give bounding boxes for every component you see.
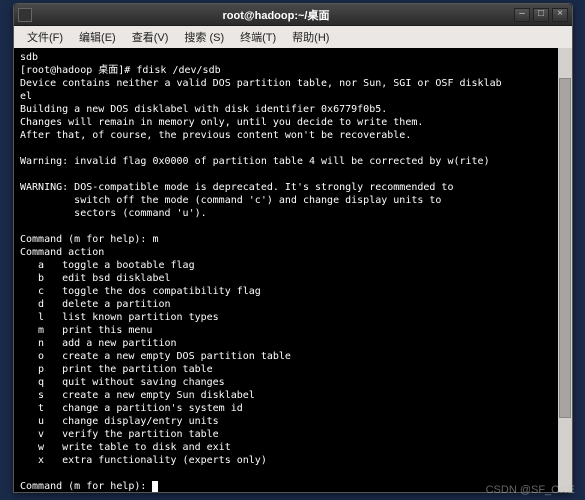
terminal-line: c toggle the dos compatibility flag — [20, 286, 261, 297]
menu-help[interactable]: 帮助(H) — [285, 27, 336, 47]
menu-file[interactable]: 文件(F) — [20, 27, 70, 47]
terminal-line: t change a partition's system id — [20, 403, 243, 414]
menu-edit[interactable]: 编辑(E) — [72, 27, 123, 47]
terminal-line: sdb — [20, 52, 38, 63]
menu-view[interactable]: 查看(V) — [125, 27, 176, 47]
scrollbar[interactable] — [558, 48, 572, 492]
watermark: CSDN @SF_ONE — [486, 484, 575, 496]
scrollbar-thumb[interactable] — [559, 78, 571, 418]
terminal-line: Changes will remain in memory only, unti… — [20, 117, 423, 128]
terminal-line: s create a new empty Sun disklabel — [20, 390, 255, 401]
terminal-line: a toggle a bootable flag — [20, 260, 195, 271]
terminal-line: Device contains neither a valid DOS part… — [20, 78, 502, 89]
titlebar[interactable]: root@hadoop:~/桌面 – □ × — [14, 4, 572, 26]
terminal-line: switch off the mode (command 'c') and ch… — [20, 195, 441, 206]
terminal-line: q quit without saving changes — [20, 377, 225, 388]
menu-terminal[interactable]: 终端(T) — [233, 27, 283, 47]
terminal-line: l list known partition types — [20, 312, 219, 323]
minimize-button[interactable]: – — [514, 8, 530, 22]
terminal-line: [root@hadoop 桌面]# fdisk /dev/sdb — [20, 65, 221, 76]
terminal-line: w write table to disk and exit — [20, 442, 231, 453]
terminal-line: el — [20, 91, 32, 102]
terminal-prompt: Command (m for help): — [20, 481, 152, 492]
menubar: 文件(F) 编辑(E) 查看(V) 搜索 (S) 终端(T) 帮助(H) — [14, 26, 572, 48]
terminal-line: Warning: invalid flag 0x0000 of partitio… — [20, 156, 490, 167]
terminal-content[interactable]: sdb [root@hadoop 桌面]# fdisk /dev/sdb Dev… — [14, 48, 572, 492]
close-button[interactable]: × — [552, 8, 568, 22]
terminal-line: d delete a partition — [20, 299, 171, 310]
terminal-line: v verify the partition table — [20, 429, 219, 440]
terminal-line: b edit bsd disklabel — [20, 273, 171, 284]
terminal-line: Building a new DOS disklabel with disk i… — [20, 104, 387, 115]
window-title: root@hadoop:~/桌面 — [38, 7, 514, 23]
terminal-line: p print the partition table — [20, 364, 213, 375]
terminal-line: u change display/entry units — [20, 416, 219, 427]
maximize-button[interactable]: □ — [533, 8, 549, 22]
terminal-line: Command action — [20, 247, 104, 258]
terminal-line: m print this menu — [20, 325, 152, 336]
terminal-line: WARNING: DOS-compatible mode is deprecat… — [20, 182, 453, 193]
cursor-icon — [152, 481, 158, 492]
terminal-line: o create a new empty DOS partition table — [20, 351, 291, 362]
app-icon — [18, 8, 32, 22]
terminal-line: Command (m for help): m — [20, 234, 158, 245]
terminal-line: After that, of course, the previous cont… — [20, 130, 411, 141]
terminal-line: n add a new partition — [20, 338, 177, 349]
terminal-window: root@hadoop:~/桌面 – □ × 文件(F) 编辑(E) 查看(V)… — [13, 3, 573, 493]
window-buttons: – □ × — [514, 8, 568, 22]
menu-search[interactable]: 搜索 (S) — [177, 27, 231, 47]
terminal-line: x extra functionality (experts only) — [20, 455, 267, 466]
terminal-line: sectors (command 'u'). — [20, 208, 207, 219]
